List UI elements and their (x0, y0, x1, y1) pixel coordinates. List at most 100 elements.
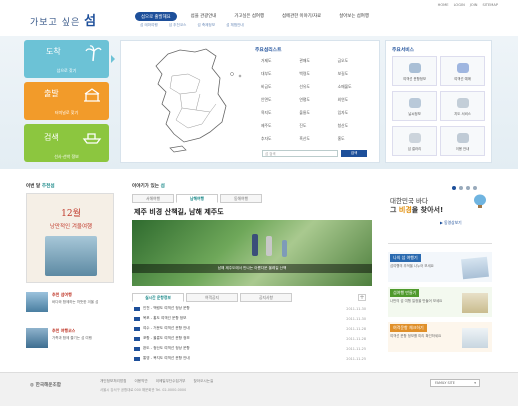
island-item[interactable]: 금오도 (332, 58, 370, 64)
footer-links: 개인정보처리방침 이용약관 이메일무단수집거부 찾아오시는길 (100, 379, 213, 384)
notice-list: 인천 - 백령도 여객선 정상 운항 2011-11-30 목포 - 홍도 여객선… (134, 306, 366, 366)
notice-row[interactable]: 인천 - 백령도 여객선 정상 운항 2011-11-30 (134, 306, 366, 311)
chevron-down-icon: ▾ (474, 381, 476, 385)
notice-row[interactable]: 여수 - 거문도 여객선 운항 안내 2011-11-28 (134, 326, 366, 331)
family-site-select[interactable]: FAMILY SITE ▾ (430, 379, 480, 387)
island-item[interactable]: 임자도 (332, 110, 370, 116)
tab-notice[interactable]: 공지사항 (240, 293, 292, 302)
services-title: 주요서비스 (392, 48, 415, 53)
island-item[interactable]: 제주도 (255, 123, 293, 129)
carousel-dot[interactable] (452, 186, 456, 190)
tab-west-sea[interactable]: 서해여행 (132, 194, 174, 203)
island-search-input[interactable]: 섬 검색 (262, 150, 338, 157)
island-item[interactable]: 연평도 (293, 97, 331, 103)
island-item[interactable]: 보길도 (332, 71, 370, 77)
footer-link[interactable]: 이용약관 (134, 379, 147, 384)
notice-row[interactable]: 통영 - 욕지도 여객선 운항 안내 2011-11-25 (134, 356, 366, 361)
service-gallery[interactable]: 섬 갤러리 (392, 126, 437, 156)
ferry-icon (408, 63, 421, 73)
service-map[interactable]: 지도 서비스 (440, 91, 485, 121)
carousel-dot[interactable] (459, 186, 463, 190)
card-my-travel[interactable]: 나의 섬 여행기 섬여행의 추억을 나누어 보세요 (388, 252, 492, 282)
island-search-button[interactable]: 검색 (341, 150, 367, 157)
find-by-island-button[interactable]: 도착 섬으로 찾기 (24, 40, 109, 78)
nav-item-1[interactable]: 섬을 관광안내 (187, 12, 221, 21)
island-item[interactable]: 소매물도 (332, 84, 370, 90)
top-link-sitemap[interactable]: SITEMAP (482, 3, 498, 7)
footer-link[interactable]: 개인정보처리방침 (100, 379, 126, 384)
ship-badge-icon (134, 306, 140, 311)
top-link-login[interactable]: LOGIN (454, 3, 465, 7)
island-item[interactable]: 욕지도 (255, 110, 293, 116)
service-weather[interactable]: 날씨정보 (392, 91, 437, 121)
island-item[interactable]: 대부도 (255, 71, 293, 77)
footer-brand: ◍ 한국해운조합 (30, 383, 61, 388)
subnav-item-0[interactable]: 섬 테마여행 (140, 23, 158, 28)
service-guide[interactable]: 이용 안내 (440, 126, 485, 156)
nav-item-3[interactable]: 섬에관한 이야기/자료 (278, 12, 325, 21)
carousel-dot[interactable] (473, 186, 477, 190)
recommend-poster[interactable]: 12월 낭만적인 겨울여행 (26, 193, 114, 283)
island-item[interactable]: 관매도 (293, 58, 331, 64)
footer-link[interactable]: 이메일무단수집거부 (156, 379, 186, 384)
top-link-home[interactable]: HOME (438, 3, 449, 7)
recommend-thumb[interactable] (26, 328, 48, 348)
map-icon (456, 98, 469, 108)
island-item[interactable]: 진도 (293, 123, 331, 129)
tab-realtime-ferry[interactable]: 실시간 운항정보 (132, 293, 184, 302)
korea-map[interactable] (140, 46, 245, 156)
island-item[interactable]: 외연도 (332, 97, 370, 103)
island-item[interactable]: 안면도 (255, 97, 293, 103)
service-ticket[interactable]: 여객선 예매 (440, 56, 485, 86)
story-photo[interactable]: 남해 제주도에서 만나는 아름다운 올레길 산책 (132, 220, 372, 286)
nav-item-4[interactable]: 살아보는 섬여행 (335, 12, 373, 21)
island-item[interactable]: 백령도 (293, 71, 331, 77)
subnav-item-3[interactable]: 섬 체험안내 (226, 23, 244, 28)
play-video-link[interactable]: ▶ 동영상보기 (440, 220, 462, 226)
notice-row[interactable]: 포항 - 울릉도 여객선 운항 정보 2011-11-28 (134, 336, 366, 341)
footer (0, 372, 518, 406)
notice-row[interactable]: 목포 - 홍도 여객선 운항 정보 2011-11-30 (134, 316, 366, 321)
story-headline[interactable]: 제주 비경 산책길, 남해 제주도 (134, 207, 224, 217)
stories-title: 이야기가 있는 섬 (132, 184, 165, 189)
island-item[interactable]: 흑산도 (293, 136, 331, 142)
poster-image (45, 236, 97, 276)
island-item[interactable]: 홍도 (332, 136, 370, 142)
footer-link[interactable]: 찾아오시는길 (193, 379, 213, 384)
island-item[interactable]: 비금도 (255, 84, 293, 90)
carousel-dots (452, 186, 477, 190)
weather-icon (408, 98, 421, 108)
top-link-join[interactable]: JOIN (470, 3, 478, 7)
notice-row[interactable]: 완도 - 청산도 여객선 정상 운항 2011-11-25 (134, 346, 366, 351)
ship-badge-icon (134, 346, 140, 351)
ship-badge-icon (134, 326, 140, 331)
carousel-dot[interactable] (466, 186, 470, 190)
island-item[interactable]: 선유도 (293, 84, 331, 90)
nav-item-2[interactable]: 가고싶은 섬여행 (230, 12, 268, 21)
card-ferry-check[interactable]: 여객운항 체크하기 여객선 운항 정보를 미리 확인하세요 (388, 322, 492, 352)
island-item[interactable]: 울릉도 (293, 110, 331, 116)
ship-info-button[interactable]: 검색 선사·선박 정보 (24, 124, 109, 162)
card-make-trip[interactable]: 섬여행 만들기 나만의 섬 여행 일정을 만들어 보세요 (388, 287, 492, 317)
tab-east-sea[interactable]: 동해여행 (220, 194, 262, 203)
subnav-item-2[interactable]: 섬 축제정보 (197, 23, 215, 28)
tab-ferry-notice[interactable]: 여객공지 (186, 293, 238, 302)
guide-icon (456, 133, 469, 143)
nav-item-0[interactable]: 섬으로 출발해요 (135, 12, 177, 21)
island-item[interactable]: 추자도 (255, 136, 293, 142)
person-figure (252, 234, 258, 256)
more-plus-icon[interactable]: + (358, 294, 366, 301)
site-logo[interactable]: 가보고 싶은 섬 (30, 10, 97, 29)
subnav-item-1[interactable]: 섬 추천코스 (169, 23, 187, 28)
terminal-building-icon (84, 88, 100, 102)
service-ferry-schedule[interactable]: 여객선 운항정보 (392, 56, 437, 86)
find-by-terminal-button[interactable]: 출발 터미널로 찾기 (24, 82, 109, 120)
hot-air-balloon-icon (474, 194, 486, 208)
sub-nav: 섬 테마여행 섬 추천코스 섬 축제정보 섬 체험안내 (140, 23, 244, 28)
photo-stack-image (461, 256, 489, 280)
arrow-right-icon (111, 55, 115, 63)
recommend-thumb[interactable] (26, 292, 48, 312)
tab-south-sea[interactable]: 남해여행 (176, 194, 218, 203)
island-item[interactable]: 청산도 (332, 123, 370, 129)
island-item[interactable]: 거제도 (255, 58, 293, 64)
